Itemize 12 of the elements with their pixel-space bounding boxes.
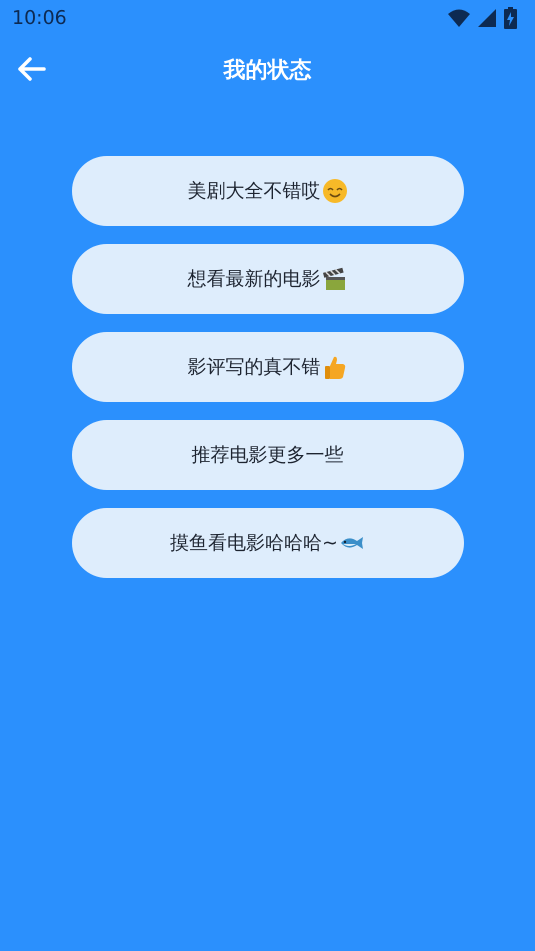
wifi-icon <box>448 9 470 27</box>
status-option[interactable]: 影评写的真不错 <box>72 332 464 402</box>
battery-icon <box>504 7 517 29</box>
page-title: 我的状态 <box>224 56 312 84</box>
status-option[interactable]: 想看最新的电影 <box>72 244 464 314</box>
smile-icon <box>322 178 348 204</box>
status-time: 10:06 <box>12 6 67 31</box>
status-option[interactable]: 摸鱼看电影哈哈哈~ <box>72 508 464 578</box>
signal-icon <box>478 9 496 27</box>
status-option[interactable]: 美剧大全不错哎 <box>72 156 464 226</box>
clapper-icon <box>322 266 348 292</box>
status-option[interactable]: 推荐电影更多一些 <box>72 420 464 490</box>
